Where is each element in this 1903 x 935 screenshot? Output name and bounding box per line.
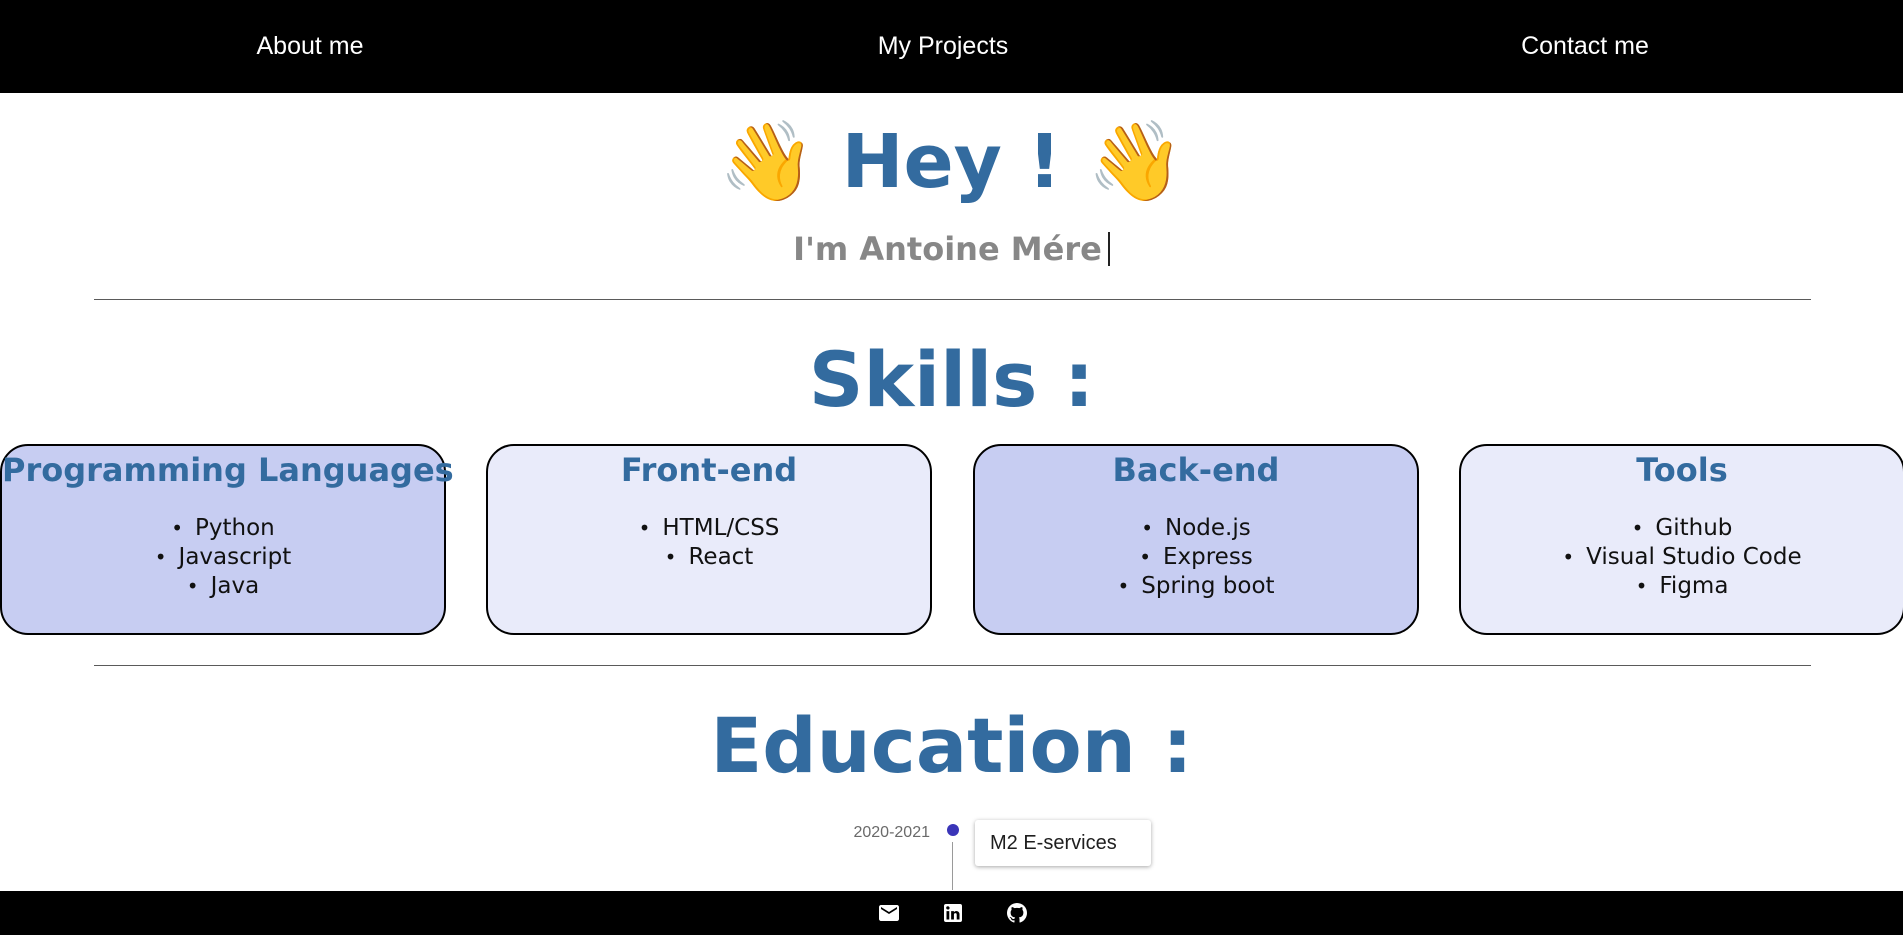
nav-link-my-projects[interactable]: My Projects (843, 0, 1043, 93)
linkedin-icon[interactable] (941, 901, 965, 925)
timeline-dot (947, 824, 959, 836)
section-divider (94, 665, 1811, 666)
skill-item: Express (975, 543, 1417, 572)
nav-link-contact-me[interactable]: Contact me (1485, 0, 1685, 93)
skill-item: Visual Studio Code (1461, 543, 1903, 572)
waving-hand-icon: 👋 (718, 117, 816, 207)
skill-card-tools: Tools Github Visual Studio Code Figma (1459, 444, 1903, 635)
skill-card-title: Back-end (1112, 451, 1280, 489)
skill-card-title: Front-end (620, 451, 798, 489)
skill-card-back-end: Back-end Node.js Express Spring boot (973, 444, 1419, 635)
skill-item: HTML/CSS (488, 514, 930, 543)
hero-subtitle: I'm Antoine Mére (0, 226, 1903, 272)
skill-card-title: Programming Languages (2, 451, 454, 489)
footer-bar (0, 891, 1903, 935)
skill-list: Node.js Express Spring boot (975, 514, 1417, 601)
nav-link-label: My Projects (877, 32, 1009, 60)
skills-title: Skills : (808, 335, 1095, 424)
skill-item: React (488, 543, 930, 572)
typed-text: I'm Antoine Mére (793, 230, 1102, 268)
hero-heading: 👋 Hey ! 👋 (0, 108, 1903, 216)
skill-card-title: Tools (1636, 451, 1728, 489)
typing-caret (1107, 232, 1110, 266)
skill-item: Spring boot (975, 572, 1417, 601)
section-divider (94, 299, 1811, 300)
skill-item: Python (2, 514, 444, 543)
nav-link-label: About me (256, 32, 364, 60)
github-icon[interactable] (1005, 901, 1029, 925)
skill-list: Python Javascript Java (2, 514, 444, 601)
skill-card-programming-languages: Programming Languages Python Javascript … (0, 444, 454, 635)
skill-list: Github Visual Studio Code Figma (1461, 514, 1903, 601)
skill-item: Github (1461, 514, 1903, 543)
timeline-item-card[interactable]: M2 E-services (975, 820, 1151, 866)
top-navbar: About me My Projects Contact me (0, 0, 1903, 93)
timeline-connector (952, 842, 953, 890)
skill-card-front-end: Front-end HTML/CSS React (486, 444, 932, 635)
education-title: Education : (710, 701, 1193, 790)
hero-title-text: Hey ! (841, 119, 1062, 205)
skill-item: Node.js (975, 514, 1417, 543)
waving-hand-icon: 👋 (1087, 117, 1185, 207)
skill-list: HTML/CSS React (488, 514, 930, 572)
mail-icon[interactable] (877, 901, 901, 925)
skill-item: Javascript (2, 543, 444, 572)
skill-item: Java (2, 572, 444, 601)
timeline-date: 2020-2021 (853, 824, 930, 841)
nav-link-about-me[interactable]: About me (210, 0, 410, 93)
skill-item: Figma (1461, 572, 1903, 601)
nav-link-label: Contact me (1521, 32, 1649, 60)
